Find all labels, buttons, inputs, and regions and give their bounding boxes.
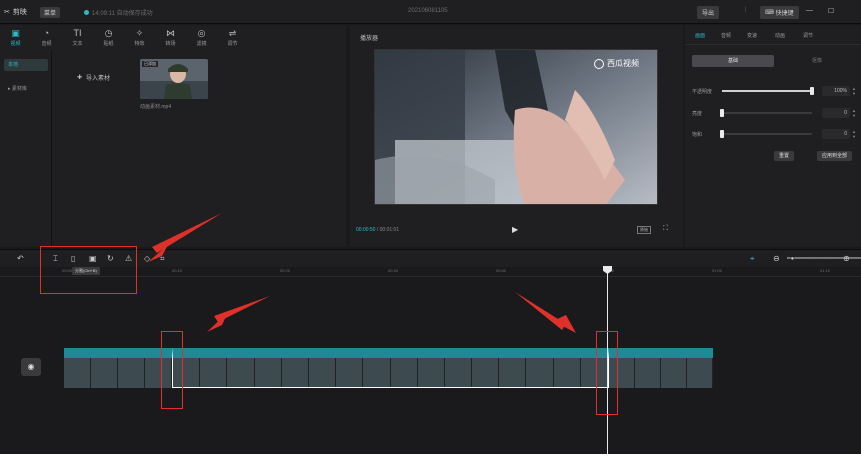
undo-icon[interactable]: ↶	[17, 254, 24, 263]
media-panel: ▣ 视频 ◔ 音频 TI 文本 ◷ 贴纸 ✧ 特效 ⋈ 转场 ◎ 滤镜 ⇌ 调节 本地 ▸ 素材…	[0, 25, 346, 247]
rotate-icon[interactable]: ◇	[144, 254, 150, 263]
ruler-tick: 01:10	[820, 268, 831, 273]
annotation-box-split-left	[161, 331, 183, 409]
divider: |	[745, 7, 747, 13]
sidebar-item-library[interactable]: ▸ 素材库	[4, 83, 48, 95]
project-title: 202106081105	[408, 8, 448, 14]
media-clip-thumbnail[interactable]: 已添加	[140, 59, 208, 99]
tab-text[interactable]: TI 文本	[62, 25, 93, 51]
opacity-slider[interactable]	[722, 87, 814, 95]
tab-sticker[interactable]: ◷ 贴纸	[93, 25, 124, 51]
properties-panel: 画面 音频 变速 动画 调节 基础 抠像 不透明度 100% ▲ ▼ 亮度 0 ▲…	[685, 25, 861, 247]
player-panel: 播放器 西瓜视频 00:00:50 / 00:01:01 ▶ 原始 ⛶	[350, 25, 683, 247]
clip-frames	[609, 358, 713, 388]
tab-transition[interactable]: ⋈ 转场	[155, 25, 186, 51]
app-window: ✂ 剪映 菜单 14:09:11 自动保存成功 202106081105 导出 …	[0, 0, 861, 454]
tab-effects[interactable]: ✧ 特效	[124, 25, 155, 51]
video-watermark: 西瓜视频	[594, 58, 639, 69]
sticker-icon: ◷	[104, 28, 113, 38]
stepper-icon[interactable]: ▲ ▼	[852, 129, 856, 139]
timeline-clip-selected[interactable]: 动画素材.mp4 40.2s	[172, 348, 609, 388]
play-button[interactable]: ▶	[512, 225, 518, 234]
opacity-row: 不透明度 100% ▲ ▼	[692, 86, 856, 96]
media-sidebar: 本地 ▸ 素材库	[0, 51, 52, 247]
properties-tabs: 画面 音频 变速 动画 调节	[685, 25, 861, 45]
ruler-tick: 00:40	[496, 268, 507, 273]
saturation-slider[interactable]	[720, 130, 812, 138]
saturation-row: 饱和 0 ▲ ▼	[692, 129, 856, 139]
timeline-clip[interactable]: 动画素材.mp4 10.3s	[64, 348, 172, 388]
ruler-tick: 00:30	[388, 268, 399, 273]
tab-picture[interactable]: 画面	[695, 32, 705, 39]
adjust-icon: ⇌	[228, 28, 237, 38]
clip-filename: 动画素材.mp4	[140, 104, 172, 110]
sidebar-item-local[interactable]: 本地	[4, 59, 48, 71]
video-frame-image	[375, 50, 657, 204]
reset-button[interactable]: 重置	[774, 151, 795, 161]
ruler-tick: 00:10	[172, 268, 183, 273]
media-icon: ▣	[11, 28, 20, 38]
player-title: 播放器	[360, 36, 379, 42]
watermark-logo-icon	[594, 58, 604, 69]
import-button[interactable]: ✚ 导入素材	[77, 73, 110, 82]
player-timecode: 00:00:50 / 00:01:01	[356, 227, 400, 233]
zoom-out-icon[interactable]: ⊖	[773, 254, 780, 263]
minimize-button[interactable]: —	[806, 7, 813, 14]
autosave-status: 14:09:11 自动保存成功	[84, 8, 153, 17]
zoom-in-icon[interactable]: ⊕	[843, 254, 850, 263]
tab-filter[interactable]: ◎ 滤镜	[186, 25, 217, 51]
stepper-icon[interactable]: ▲ ▼	[852, 108, 856, 118]
tab-audio-props[interactable]: 音频	[721, 32, 731, 39]
video-preview: 西瓜视频	[374, 49, 658, 205]
maximize-button[interactable]: ☐	[828, 7, 834, 15]
fullscreen-icon[interactable]: ⛶	[663, 225, 668, 233]
aspect-ratio-button[interactable]: 原始	[637, 226, 651, 234]
tab-adjust-props[interactable]: 调节	[803, 32, 813, 39]
brightness-input[interactable]: 0	[822, 108, 850, 118]
status-dot-icon	[84, 10, 89, 15]
effects-icon: ✧	[135, 28, 144, 38]
saturation-input[interactable]: 0	[822, 129, 850, 139]
zoom-slider[interactable]: ━●━━━━━━━━━━━━━━━━━━━━━━━━━━	[787, 255, 861, 264]
title-bar: ✂ 剪映 菜单 14:09:11 自动保存成功 202106081105 导出 …	[0, 0, 861, 24]
scissors-icon: ✂	[4, 9, 10, 16]
tab-adjust[interactable]: ⇌ 调节	[217, 25, 248, 51]
tab-audio[interactable]: ◔ 音频	[31, 25, 62, 51]
plus-icon: ✚	[77, 75, 83, 81]
app-logo: ✂ 剪映	[4, 9, 27, 16]
magnet-icon[interactable]: ⌖	[750, 254, 755, 263]
stepper-icon[interactable]: ▲ ▼	[852, 86, 856, 96]
filter-icon: ◎	[197, 28, 206, 38]
track-toggle-button[interactable]: ◉	[21, 358, 41, 376]
export-button[interactable]: 导出	[697, 6, 720, 19]
clip-frames	[173, 358, 608, 387]
segment-basic[interactable]: 基础	[692, 55, 774, 67]
apply-all-button[interactable]: 应用到全部	[817, 151, 853, 161]
tab-speed[interactable]: 变速	[747, 32, 757, 39]
clip-added-badge: 已添加	[142, 61, 158, 67]
opacity-input[interactable]: 100%	[822, 86, 850, 96]
ruler-tick: 00:20	[280, 268, 291, 273]
crop-icon[interactable]: ⌗	[160, 254, 165, 263]
annotation-box-split-right	[596, 331, 618, 415]
brightness-slider[interactable]	[720, 109, 812, 117]
segment-keying[interactable]: 抠像	[776, 55, 858, 67]
timeline-clip[interactable]: 动画素材.mp4 9.7s	[609, 348, 713, 388]
audio-icon: ◔	[43, 28, 50, 38]
transition-icon: ⋈	[166, 28, 175, 38]
ruler-tick: 01:00	[712, 268, 723, 273]
annotation-box-toolbar	[40, 246, 137, 294]
text-icon: TI	[73, 28, 82, 38]
menu-button[interactable]: 菜单	[40, 7, 61, 18]
media-tabs: ▣ 视频 ◔ 音频 TI 文本 ◷ 贴纸 ✧ 特效 ⋈ 转场 ◎ 滤镜 ⇌ 调节	[0, 25, 346, 51]
clip-frames	[64, 358, 172, 388]
tab-media[interactable]: ▣ 视频	[0, 25, 31, 51]
brightness-row: 亮度 0 ▲ ▼	[692, 108, 856, 118]
tab-animation[interactable]: 动画	[775, 32, 785, 39]
keyboard-icon: ⌨	[765, 10, 774, 16]
shortcut-button[interactable]: ⌨ 快捷键	[760, 6, 799, 19]
